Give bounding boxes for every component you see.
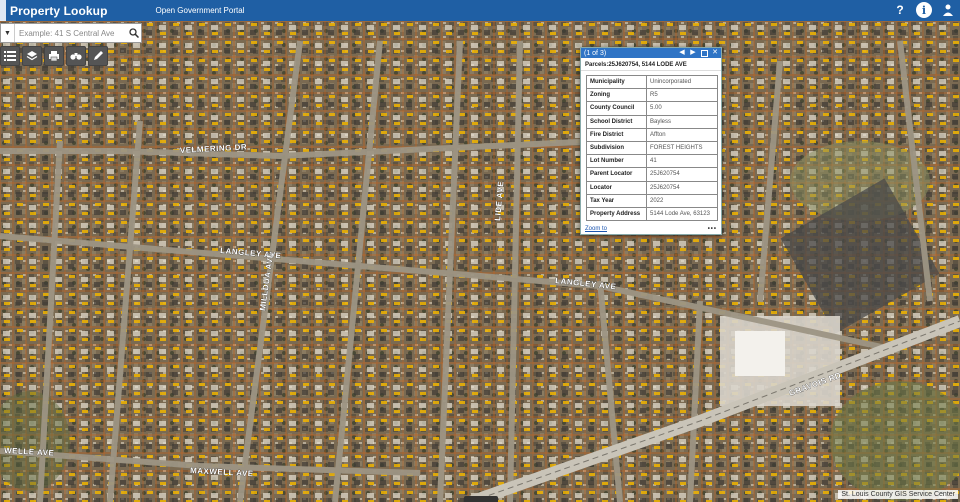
pencil-icon[interactable] xyxy=(88,46,108,66)
more-options-icon[interactable]: ••• xyxy=(708,226,717,232)
map-toolbar xyxy=(0,46,108,66)
print-icon[interactable] xyxy=(44,46,64,66)
attribute-value: 25J620754 xyxy=(646,180,718,195)
attribute-key: Municipality xyxy=(586,74,647,90)
popup-titlebar: (1 of 3) ◀ ▶ ✕ xyxy=(581,48,721,58)
popup-footer: Zoom to ••• xyxy=(581,224,721,234)
parcel-popup: (1 of 3) ◀ ▶ ✕ Parcels:25J620754, 5144 L… xyxy=(580,47,722,235)
attribute-key: Lot Number xyxy=(586,154,647,169)
question-icon[interactable]: ? xyxy=(892,2,908,18)
attribute-key: Property Address xyxy=(586,206,647,222)
zoom-to-link[interactable]: Zoom to xyxy=(585,226,607,232)
open-government-portal-link[interactable]: Open Government Portal xyxy=(156,6,245,15)
attribute-key: Zoning xyxy=(586,88,647,103)
attribute-value: 5144 Lode Ave, 63123 xyxy=(646,206,718,222)
attribute-value: 25J620754 xyxy=(646,167,718,182)
search-icon[interactable] xyxy=(127,24,141,42)
attribute-key: Fire District xyxy=(586,127,647,142)
app-logo-icon xyxy=(0,0,6,21)
attribute-row: Property Address 5144 Lode Ave, 63123 xyxy=(586,206,718,222)
app-title: Property Lookup xyxy=(10,3,108,18)
attribute-row: School District Bayless xyxy=(586,114,718,129)
list-icon[interactable] xyxy=(0,46,20,66)
attribute-key: Tax Year xyxy=(586,193,647,208)
attribute-value: 41 xyxy=(646,154,718,169)
attribute-value: Unincorporated xyxy=(646,74,718,90)
attribution-toggle[interactable] xyxy=(464,496,498,502)
attribute-row: Municipality Unincorporated xyxy=(586,74,718,90)
layers-icon[interactable] xyxy=(22,46,42,66)
attribute-row: Tax Year 2022 xyxy=(586,193,718,208)
address-search: ▼ xyxy=(0,23,142,43)
attribute-value: 5.00 xyxy=(646,101,718,116)
maximize-icon[interactable] xyxy=(700,49,708,57)
attribute-key: Locator xyxy=(586,180,647,195)
attribute-row: Fire District Affton xyxy=(586,127,718,142)
attribute-value: Bayless xyxy=(646,114,718,129)
attribute-row: Locator 25J620754 xyxy=(586,180,718,195)
map-credit: St. Louis County GIS Service Center xyxy=(838,490,958,499)
attribute-value: R5 xyxy=(646,88,718,103)
next-icon[interactable]: ▶ xyxy=(689,49,697,57)
attribute-value: FOREST HEIGHTS xyxy=(646,140,718,156)
binoculars-icon[interactable] xyxy=(66,46,86,66)
app-header: Property Lookup Open Government Portal ?… xyxy=(0,0,960,21)
attribute-value: Affton xyxy=(646,127,718,142)
popup-body: Municipality Unincorporated Zoning R5 County… xyxy=(581,71,721,223)
search-input[interactable] xyxy=(15,25,127,41)
attribute-row: Parent Locator 25J620754 xyxy=(586,167,718,182)
attribute-row: Zoning R5 xyxy=(586,88,718,103)
popup-parcel-title: Parcels:25J620754, 5144 LODE AVE xyxy=(581,58,721,71)
attribute-row: County Council 5.00 xyxy=(586,101,718,116)
close-icon[interactable]: ✕ xyxy=(711,49,719,57)
previous-icon[interactable]: ◀ xyxy=(678,49,686,57)
attribute-row: Lot Number 41 xyxy=(586,154,718,169)
attribute-row: Subdivision FOREST HEIGHTS xyxy=(586,140,718,156)
popup-counter: (1 of 3) xyxy=(584,49,607,57)
info-icon[interactable]: i xyxy=(916,2,932,18)
attribute-key: County Council xyxy=(586,101,647,116)
attribute-key: School District xyxy=(586,114,647,129)
attribute-value: 2022 xyxy=(646,193,718,208)
map-canvas[interactable]: VELMERING DR LANGLEY AVE LANGLEY AVE GRA… xyxy=(0,21,960,502)
attribute-table: Municipality Unincorporated Zoning R5 County… xyxy=(586,74,718,222)
attribute-key: Subdivision xyxy=(586,140,647,156)
attribute-key: Parent Locator xyxy=(586,167,647,182)
user-icon[interactable] xyxy=(940,2,956,18)
search-source-dropdown[interactable]: ▼ xyxy=(1,24,15,42)
